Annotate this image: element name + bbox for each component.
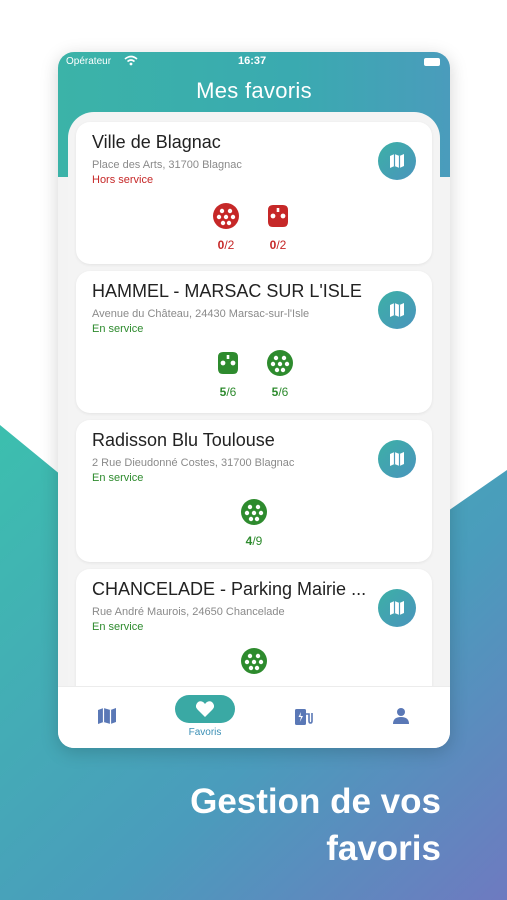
connector-count: 5/6 — [250, 385, 310, 399]
type2-plug-icon — [241, 648, 267, 674]
tab-favoris[interactable]: Favoris — [156, 687, 254, 748]
total-count: /6 — [226, 385, 237, 399]
map-button[interactable] — [378, 291, 416, 329]
phone-screen: Opérateur 16:37 Mes favoris Ville de Bla… — [58, 52, 450, 748]
active-tab-pill — [175, 695, 235, 723]
connector-count: 5/6 — [198, 385, 258, 399]
connector: 4/9 — [224, 498, 284, 548]
page-title: Mes favoris — [196, 78, 312, 103]
connector — [224, 647, 284, 675]
map-button[interactable] — [378, 589, 416, 627]
station-address: Rue André Maurois, 24650 Chancelade — [92, 606, 285, 618]
carrier-label: Opérateur — [66, 56, 112, 67]
favorite-card[interactable]: Radisson Blu Toulouse 2 Rue Dieudonné Co… — [76, 420, 432, 562]
tab-bar: Favoris — [58, 686, 450, 748]
station-name: Radisson Blu Toulouse — [92, 430, 275, 450]
domestic-plug-icon — [268, 205, 288, 227]
connector-count: 0/2 — [248, 238, 308, 252]
station-address: 2 Rue Dieudonné Costes, 31700 Blagnac — [92, 457, 295, 469]
station-name: Ville de Blagnac — [92, 132, 221, 152]
connector: 0/2 — [248, 202, 308, 252]
promo-line-2: favoris — [326, 829, 441, 868]
map-icon — [390, 303, 404, 317]
station-status: En service — [92, 621, 144, 633]
station-status: Hors service — [92, 174, 154, 186]
tab-label: Favoris — [188, 727, 222, 738]
station-status: En service — [92, 323, 144, 335]
type2-plug-icon — [213, 203, 239, 229]
connector: 0/2 — [196, 202, 256, 252]
map-icon — [390, 452, 404, 466]
connector: 5/6 — [250, 349, 310, 399]
favorite-card[interactable]: Ville de Blagnac Place des Arts, 31700 B… — [76, 122, 432, 264]
promo-heading: Gestion de vos favoris — [190, 778, 441, 872]
type2-plug-icon — [241, 499, 267, 525]
map-icon — [390, 601, 404, 615]
map-icon — [390, 154, 404, 168]
status-time: 16:37 — [238, 55, 267, 67]
domestic-plug-icon — [218, 352, 238, 374]
station-address: Avenue du Château, 24430 Marsac-sur-l'Is… — [92, 308, 310, 320]
heart-icon — [195, 701, 215, 717]
map-button[interactable] — [378, 142, 416, 180]
type2-plug-icon — [267, 350, 293, 376]
favorites-list: Ville de Blagnac Place des Arts, 31700 B… — [68, 112, 440, 748]
connector-count: 4/9 — [224, 534, 284, 548]
station-status: En service — [92, 472, 144, 484]
connector: 5/6 — [198, 349, 258, 399]
tab-stations[interactable] — [254, 687, 352, 748]
total-count: /2 — [224, 238, 235, 252]
status-bar: Opérateur 16:37 — [58, 52, 450, 72]
tab-map[interactable] — [58, 687, 156, 748]
map-icon — [98, 708, 116, 724]
connector-count: 0/2 — [196, 238, 256, 252]
user-icon — [393, 708, 409, 724]
charging-station-icon — [295, 709, 313, 725]
total-count: /6 — [278, 385, 289, 399]
total-count: /9 — [252, 534, 263, 548]
total-count: /2 — [276, 238, 287, 252]
station-name: CHANCELADE - Parking Mairie ... — [92, 579, 367, 599]
wifi-icon — [124, 55, 138, 66]
station-address: Place des Arts, 31700 Blagnac — [92, 159, 242, 171]
promo-line-1: Gestion de vos — [190, 782, 441, 821]
station-name: HAMMEL - MARSAC SUR L'ISLE — [92, 281, 362, 301]
favorite-card[interactable]: HAMMEL - MARSAC SUR L'ISLE Avenue du Châ… — [76, 271, 432, 413]
tab-profile[interactable] — [352, 687, 450, 748]
battery-icon — [424, 58, 440, 66]
map-button[interactable] — [378, 440, 416, 478]
